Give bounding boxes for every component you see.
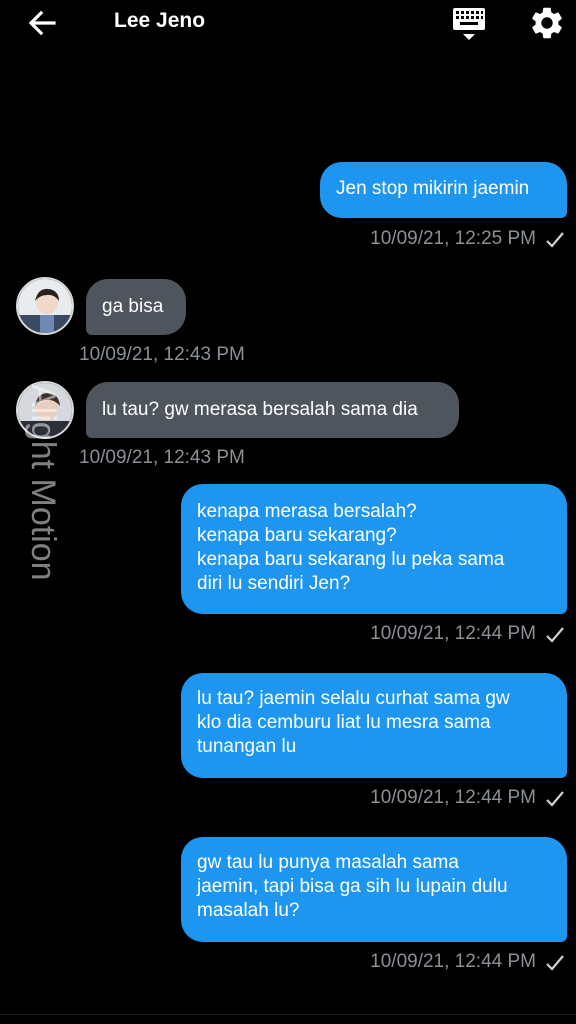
- check-icon: [546, 791, 564, 807]
- check-icon: [546, 627, 564, 643]
- message-timestamp: 10/09/21, 12:25 PM: [370, 228, 536, 249]
- message-text: lu tau? gw merasa bersalah sama dia: [102, 399, 418, 420]
- message-timestamp: 10/09/21, 12:43 PM: [79, 447, 245, 468]
- watermark-text: Alight Motion: [24, 384, 62, 581]
- message-text: Jen stop mikirin jaemin: [336, 178, 530, 199]
- divider: [0, 1014, 576, 1015]
- message-text: lu tau? jaemin selalu curhat sama gw: [197, 688, 510, 709]
- message-bubble-received[interactable]: lu tau? gw merasa bersalah sama dia: [86, 382, 459, 438]
- message-bubble-sent[interactable]: kenapa merasa bersalah? kenapa baru seka…: [181, 484, 567, 614]
- message-text: kenapa merasa bersalah?: [197, 501, 417, 522]
- message-text: klo dia cemburu liat lu mesra sama: [197, 712, 491, 733]
- keyboard-icon: [453, 8, 485, 40]
- back-button[interactable]: [26, 6, 60, 40]
- message-bubble-received[interactable]: ga bisa: [86, 279, 186, 335]
- message-text: tunangan lu: [197, 736, 297, 757]
- message-text: kenapa baru sekarang lu peka sama: [197, 549, 505, 570]
- check-icon: [546, 955, 564, 971]
- message-text: kenapa baru sekarang?: [197, 525, 397, 546]
- message-timestamp: 10/09/21, 12:44 PM: [370, 787, 536, 808]
- message-text: masalah lu?: [197, 900, 300, 921]
- contact-name: Lee Jeno: [114, 9, 206, 32]
- gear-icon: [532, 7, 562, 39]
- watermark: Alight Motion: [24, 384, 62, 581]
- avatar-image: [18, 279, 72, 333]
- message-timestamp: 10/09/21, 12:44 PM: [370, 951, 536, 972]
- arrow-left-icon: [28, 10, 56, 36]
- message-timestamp: 10/09/21, 12:43 PM: [79, 344, 245, 365]
- message-bubble-sent[interactable]: Jen stop mikirin jaemin: [320, 162, 567, 218]
- message-text: jaemin, tapi bisa ga sih lu lupain dulu: [197, 876, 508, 897]
- message-bubble-sent[interactable]: lu tau? jaemin selalu curhat sama gw klo…: [181, 673, 567, 778]
- chat-header: Lee Jeno: [0, 0, 576, 46]
- contact-avatar[interactable]: [16, 277, 74, 335]
- keyboard-button[interactable]: [450, 5, 488, 43]
- message-text: gw tau lu punya masalah sama: [197, 852, 459, 873]
- message-timestamp: 10/09/21, 12:44 PM: [370, 623, 536, 644]
- message-text: diri lu sendiri Jen?: [197, 573, 351, 594]
- check-icon: [546, 232, 564, 248]
- message-text: ga bisa: [102, 296, 164, 317]
- message-bubble-sent[interactable]: gw tau lu punya masalah sama jaemin, tap…: [181, 837, 567, 942]
- settings-button[interactable]: [528, 4, 566, 42]
